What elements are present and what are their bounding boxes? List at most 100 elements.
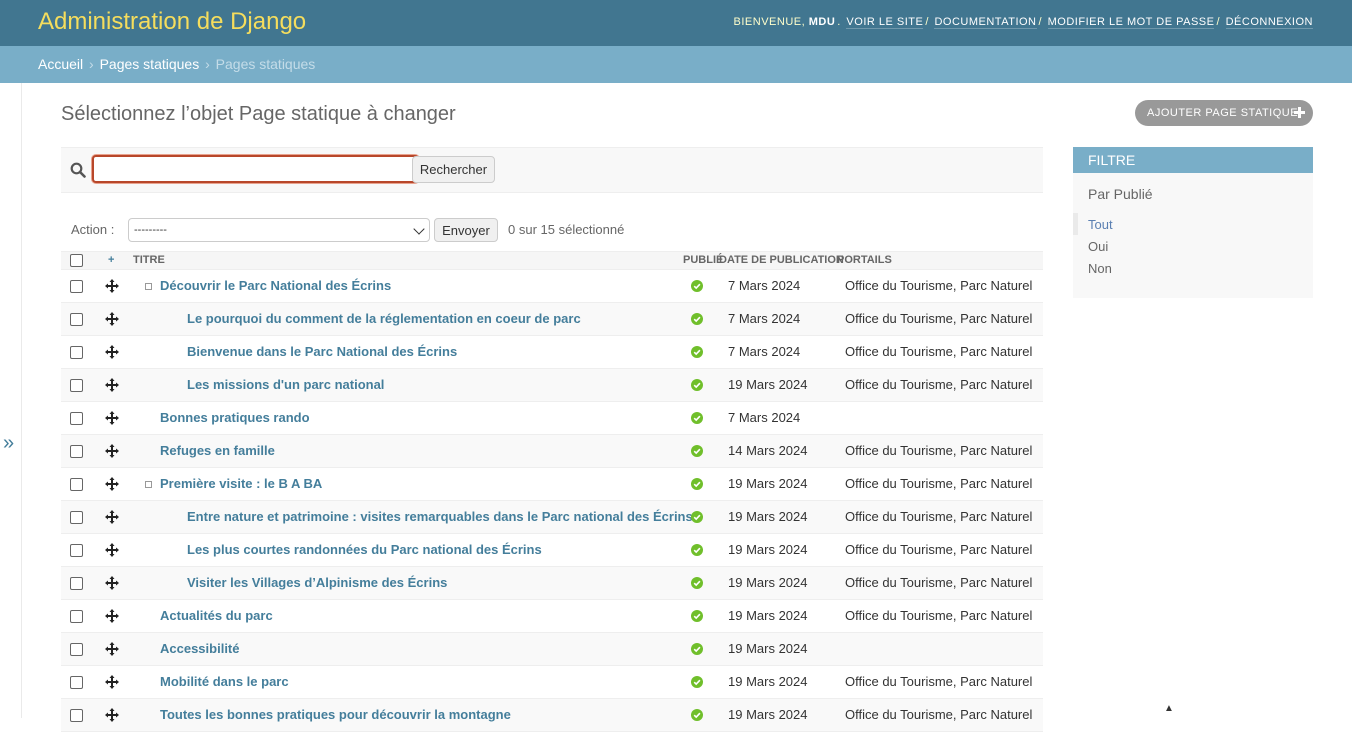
row-checkbox[interactable] [70, 313, 83, 326]
breadcrumb-current: Pages statiques [215, 56, 316, 72]
plus-icon [1294, 107, 1305, 118]
table-row: Découvrir le Parc National des Écrins 7 M… [61, 270, 1043, 303]
table-row: Le pourquoi du comment de la réglementat… [61, 303, 1043, 336]
row-title-link[interactable]: Accessibilité [160, 641, 240, 656]
row-title-link[interactable]: Le pourquoi du comment de la réglementat… [187, 311, 581, 326]
go-button[interactable]: Envoyer [434, 218, 498, 242]
row-checkbox[interactable] [70, 412, 83, 425]
move-arrows-icon[interactable] [105, 444, 119, 458]
search-icon [70, 162, 86, 178]
move-arrows-icon[interactable] [105, 477, 119, 491]
row-pub-date: 19 Mars 2024 [728, 575, 808, 590]
header: Administration de Django Bienvenue, mdu.… [0, 0, 1352, 46]
tree-collapse-icon[interactable] [145, 481, 152, 488]
move-arrows-icon[interactable] [105, 345, 119, 359]
move-arrows-icon[interactable] [105, 378, 119, 392]
move-arrows-icon[interactable] [105, 708, 119, 722]
filter-selected-indicator [1073, 213, 1078, 235]
check-circle-icon [691, 445, 703, 457]
row-title-link[interactable]: Refuges en famille [160, 443, 275, 458]
add-static-page-button[interactable]: Ajouter page statique [1135, 100, 1313, 126]
scroll-up-icon[interactable]: ▲ [1164, 703, 1174, 714]
select-all-checkbox[interactable] [70, 254, 83, 267]
check-circle-icon [691, 313, 703, 325]
row-title-link[interactable]: Les missions d'un parc national [187, 377, 384, 392]
move-arrows-icon[interactable] [105, 279, 119, 293]
row-checkbox[interactable] [70, 709, 83, 722]
action-select[interactable]: --------- [128, 218, 430, 242]
row-checkbox[interactable] [70, 610, 83, 623]
row-title-link[interactable]: Bienvenue dans le Parc National des Écri… [187, 344, 457, 359]
user-tools: Bienvenue, mdu. Voir le site / Documentat… [733, 16, 1313, 29]
row-title-link[interactable]: Entre nature et patrimoine : visites rem… [187, 509, 693, 524]
filter-choice-oui[interactable]: Oui [1088, 239, 1108, 254]
table-row: Les missions d'un parc national 19 Mars 2… [61, 369, 1043, 402]
logout-link[interactable]: Déconnexion [1225, 16, 1313, 29]
row-title-link[interactable]: Visiter les Villages d’Alpinisme des Écr… [187, 575, 447, 590]
search-button[interactable]: Rechercher [412, 156, 495, 183]
row-checkbox[interactable] [70, 478, 83, 491]
move-arrows-icon[interactable] [105, 675, 119, 689]
row-pub-date: 7 Mars 2024 [728, 278, 801, 293]
site-branding[interactable]: Administration de Django [38, 8, 306, 36]
row-checkbox[interactable] [70, 379, 83, 392]
search-input[interactable] [92, 155, 419, 183]
move-arrows-icon[interactable] [105, 411, 119, 425]
check-circle-icon [691, 544, 703, 556]
row-portals: Office du Tourisme, Parc Naturel [845, 377, 1033, 392]
row-checkbox[interactable] [70, 676, 83, 689]
move-arrows-icon[interactable] [105, 642, 119, 656]
search-toolbar: Rechercher [61, 147, 1043, 193]
row-checkbox[interactable] [70, 445, 83, 458]
row-checkbox[interactable] [70, 280, 83, 293]
change-password-link[interactable]: Modifier le mot de passe [1047, 16, 1215, 29]
table-row: Toutes les bonnes pratiques pour découvr… [61, 699, 1043, 732]
row-portals: Office du Tourisme, Parc Naturel [845, 674, 1033, 689]
row-checkbox[interactable] [70, 643, 83, 656]
row-title-link[interactable]: Toutes les bonnes pratiques pour découvr… [160, 707, 511, 722]
table-row: Mobilité dans le parc 19 Mars 2024 Office … [61, 666, 1043, 699]
row-checkbox[interactable] [70, 544, 83, 557]
row-title-link[interactable]: Les plus courtes randonnées du Parc nati… [187, 542, 542, 557]
add-button-label: Ajouter page statique [1147, 107, 1299, 119]
row-title-link[interactable]: Découvrir le Parc National des Écrins [160, 278, 391, 293]
row-portals: Office du Tourisme, Parc Naturel [845, 608, 1033, 623]
breadcrumb-app[interactable]: Pages statiques [100, 56, 200, 72]
move-arrows-icon[interactable] [105, 609, 119, 623]
row-pub-date: 14 Mars 2024 [728, 443, 808, 458]
row-portals: Office du Tourisme, Parc Naturel [845, 344, 1033, 359]
results-table: + Titre Publié Date de publication Porta… [61, 251, 1043, 732]
table-row: Bonnes pratiques rando 7 Mars 2024 [61, 402, 1043, 435]
filter-choice-non[interactable]: Non [1088, 261, 1112, 276]
tree-collapse-icon[interactable] [145, 283, 152, 290]
move-arrows-icon[interactable] [105, 576, 119, 590]
selection-counter: 0 sur 15 sélectionné [508, 222, 625, 237]
column-portals[interactable]: Portails [837, 254, 892, 266]
row-title-link[interactable]: Actualités du parc [160, 608, 273, 623]
row-title-link[interactable]: Première visite : le B A BA [160, 476, 322, 491]
action-label: Action : [71, 222, 115, 237]
chevron-down-icon [413, 223, 425, 235]
row-checkbox[interactable] [70, 577, 83, 590]
move-arrows-icon[interactable] [105, 312, 119, 326]
check-circle-icon [691, 280, 703, 292]
sidebar-toggle-button[interactable]: » [0, 83, 22, 718]
move-arrows-icon[interactable] [105, 543, 119, 557]
check-circle-icon [691, 511, 703, 523]
filter-title: Filtre [1073, 147, 1313, 173]
row-title-link[interactable]: Mobilité dans le parc [160, 674, 289, 689]
move-arrows-icon[interactable] [105, 510, 119, 524]
breadcrumb-home[interactable]: Accueil [38, 56, 83, 72]
row-checkbox[interactable] [70, 511, 83, 524]
row-portals: Office du Tourisme, Parc Naturel [845, 443, 1033, 458]
view-site-link[interactable]: Voir le site [846, 16, 924, 29]
column-published[interactable]: Publié [683, 254, 723, 266]
row-title-link[interactable]: Bonnes pratiques rando [160, 410, 310, 425]
filter-choice-tout[interactable]: Tout [1088, 217, 1113, 232]
filter-heading: Par Publié [1088, 186, 1153, 202]
column-title[interactable]: Titre [133, 254, 165, 266]
row-checkbox[interactable] [70, 346, 83, 359]
documentation-link[interactable]: Documentation [934, 16, 1037, 29]
column-pub-date[interactable]: Date de publication [719, 254, 844, 266]
column-move: + [108, 254, 115, 266]
